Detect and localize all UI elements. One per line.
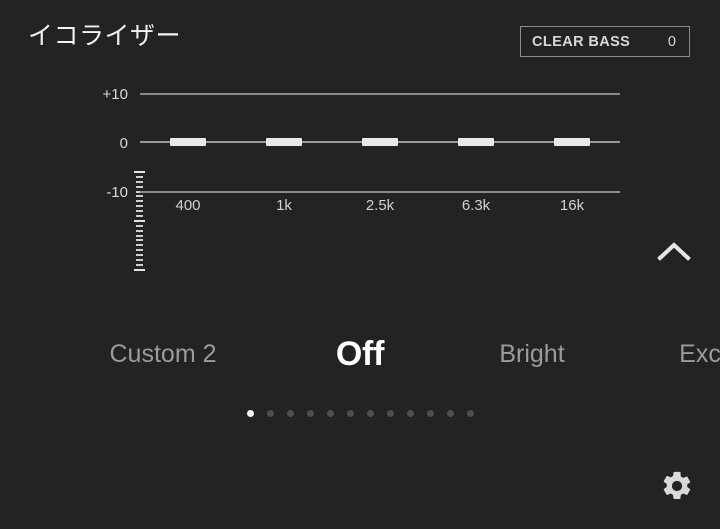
preset-carousel[interactable]: Custom 2 Off Bright Exc (0, 325, 720, 387)
pager-dot[interactable] (386, 410, 394, 417)
y-axis-minor-tick (136, 249, 143, 252)
y-axis-minor-tick (136, 259, 143, 262)
gear-icon (663, 471, 691, 500)
pager-dot[interactable] (446, 410, 454, 417)
pager-dots[interactable] (0, 410, 720, 417)
preset-item[interactable]: Custom 2 (110, 325, 217, 383)
eq-band-handle[interactable] (362, 138, 398, 146)
x-axis-label: 400 (175, 197, 201, 214)
pager-dot-active[interactable] (246, 410, 254, 417)
eq-band-handle[interactable] (170, 138, 206, 146)
clear-bass-label: CLEAR BASS (532, 33, 631, 50)
equalizer-chart: +10 0 -10 400 1k 2.5k 6.3k 16k (0, 78, 720, 271)
header-bar: イコライザー CLEAR BASS 0 (0, 0, 720, 78)
y-axis-minor-tick (136, 263, 143, 266)
pager-dot[interactable] (466, 410, 474, 417)
pager-dot[interactable] (286, 410, 294, 417)
pager-dot[interactable] (366, 410, 374, 417)
y-axis-major-tick (134, 268, 145, 271)
y-axis-label-zero: 0 (119, 135, 128, 152)
y-axis-labels: +10 0 -10 (82, 78, 128, 223)
pager-dot[interactable] (426, 410, 434, 417)
preset-item[interactable]: Exc (679, 325, 720, 383)
page-title: イコライザー (28, 22, 182, 50)
pager-dot[interactable] (266, 410, 274, 417)
x-axis-label: 1k (276, 197, 292, 214)
x-axis-label: 2.5k (365, 197, 395, 214)
y-axis-minor-tick (136, 239, 143, 242)
pager-dot[interactable] (406, 410, 414, 417)
preset-item[interactable]: Bright (499, 325, 564, 383)
y-axis-minor-tick (136, 244, 143, 247)
clear-bass-control[interactable]: CLEAR BASS 0 (520, 26, 690, 57)
pager-dot[interactable] (346, 410, 354, 417)
chevron-up-icon (657, 242, 691, 261)
equalizer-plot-area (140, 93, 620, 193)
clear-bass-value: 0 (667, 33, 676, 50)
x-axis-label: 6.3k (461, 197, 491, 214)
pager-dot[interactable] (326, 410, 334, 417)
y-axis-label-max: +10 (102, 86, 128, 103)
preset-item-active[interactable]: Off (336, 325, 385, 383)
y-axis-minor-tick (136, 229, 143, 232)
y-axis-minor-tick (136, 254, 143, 257)
eq-band-handle[interactable] (458, 138, 494, 146)
settings-button[interactable] (654, 463, 700, 509)
eq-band-handle[interactable] (266, 138, 302, 146)
pager-dot[interactable] (306, 410, 314, 417)
eq-band-handle[interactable] (554, 138, 590, 146)
x-axis-label: 16k (559, 197, 585, 214)
gridline-min (140, 191, 620, 193)
x-axis-labels: 400 1k 2.5k 6.3k 16k (140, 198, 620, 222)
gridline-max (140, 93, 620, 95)
chevron-up-button[interactable] (650, 233, 698, 269)
y-axis-minor-tick (136, 234, 143, 237)
y-axis-label-min: -10 (106, 184, 128, 201)
y-axis-minor-tick (136, 224, 143, 227)
